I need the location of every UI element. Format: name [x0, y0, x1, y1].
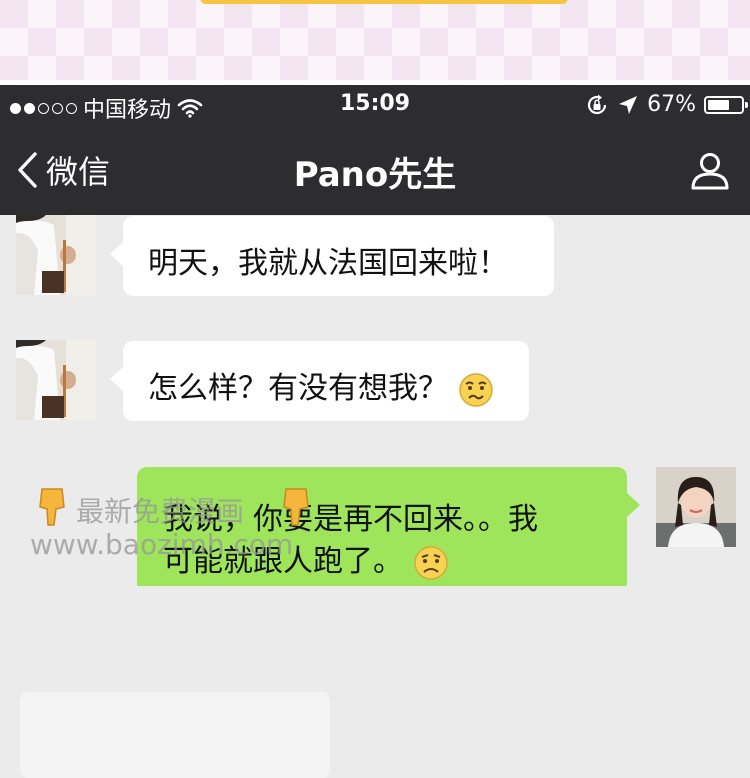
pointing-down-icon [283, 488, 309, 526]
watermark [20, 692, 330, 778]
watermark-url: www.baozimh.com [30, 528, 294, 561]
chat-title: Pano先生 [293, 155, 457, 195]
rotation-lock-icon [588, 94, 607, 114]
location-arrow-icon [619, 95, 638, 114]
battery-icon [704, 95, 748, 114]
nav-bar: 微信 Pano先生 [0, 125, 750, 215]
status-right: 67% [585, 92, 748, 117]
battery-fill [708, 99, 729, 110]
person-icon [691, 153, 729, 190]
status-bar: 中国移动 15:09 67% [0, 85, 750, 125]
message-bubble-incoming[interactable]: 怎么样？有没有想我？ [110, 341, 529, 421]
decorative-banner [200, 0, 568, 4]
pointing-down-icon [39, 488, 65, 526]
confused-face-emoji-icon [458, 372, 493, 407]
sad-face-emoji-icon [413, 545, 448, 580]
contact-info-button[interactable] [690, 151, 730, 195]
contact-avatar[interactable] [16, 215, 96, 295]
watermark-title: 最新免费漫画 [76, 495, 245, 528]
message-bubble-incoming[interactable]: 明天，我就从法国回来啦！ [110, 216, 554, 296]
battery-percent: 67% [647, 92, 696, 117]
my-avatar[interactable] [656, 467, 736, 547]
message-content: 怎么样？有没有想我？ [148, 363, 494, 408]
message-text: 明天，我就从法国回来啦！ [148, 246, 508, 281]
message-text: 怎么样？有没有想我？ [148, 371, 448, 406]
contact-avatar[interactable] [16, 340, 96, 420]
decorative-header-pattern [0, 0, 750, 80]
